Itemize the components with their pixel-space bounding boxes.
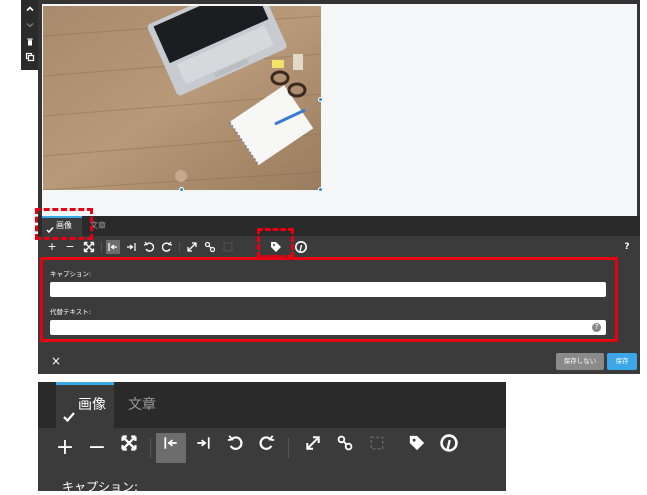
tag-icon <box>409 435 425 451</box>
toolbar-divider <box>179 242 180 252</box>
desk-photo-image[interactable] <box>43 6 321 190</box>
align-right-icon <box>127 243 136 251</box>
move-up-button[interactable] <box>21 4 39 20</box>
delete-block-button[interactable] <box>21 37 39 53</box>
unlink-icon <box>223 242 233 252</box>
tab-text[interactable]: 文章 <box>90 216 114 236</box>
zoom-in-icon: + <box>47 240 57 253</box>
save-button[interactable]: 保存 <box>607 353 637 370</box>
annotation-tab-image <box>35 208 93 240</box>
zoomed-align-left-button[interactable] <box>156 433 186 463</box>
zoomed-tab-image-label: 画像 <box>78 397 106 413</box>
zoomed-zoom-in-button[interactable]: + <box>50 433 80 463</box>
zoom-out-icon: − <box>87 435 107 460</box>
zoomed-tab-bar: 画像 文章 <box>38 382 506 428</box>
pinterest-button[interactable] <box>294 240 308 254</box>
copy-icon <box>25 52 35 62</box>
move-down-button[interactable] <box>21 20 39 36</box>
zoomed-resize-button[interactable] <box>298 433 328 463</box>
zoomed-unlink-button[interactable] <box>362 433 392 463</box>
zoomed-pinterest-button[interactable] <box>434 433 464 463</box>
zoomed-tab-text[interactable]: 文章 <box>128 382 168 428</box>
block-side-toolbar <box>21 0 39 70</box>
resize-icon <box>306 436 320 450</box>
align-left-icon <box>164 437 177 449</box>
rotate-left-icon <box>143 241 155 252</box>
fit-icon <box>121 435 137 451</box>
zoomed-zoom-out-button[interactable]: − <box>82 433 112 463</box>
unlink-button[interactable] <box>221 240 235 254</box>
editor-tab-bar: 画像 文章 <box>38 216 640 236</box>
align-left-button[interactable] <box>106 240 120 254</box>
zoomed-tab-text-label: 文章 <box>128 397 156 413</box>
align-left-icon <box>108 243 117 251</box>
zoom-in-icon: + <box>55 435 75 460</box>
help-button[interactable]: ? <box>620 240 634 254</box>
zoom-out-button[interactable]: − <box>63 240 77 254</box>
fit-icon <box>83 241 95 253</box>
chevron-down-icon <box>26 23 34 28</box>
close-button[interactable]: × <box>51 354 61 368</box>
duplicate-block-button[interactable] <box>21 52 39 68</box>
pinterest-icon <box>440 434 458 452</box>
annotation-fields <box>40 257 618 342</box>
link-button[interactable] <box>203 240 217 254</box>
toolbar-divider <box>101 242 102 252</box>
chevron-up-icon <box>26 6 34 12</box>
editor-footer: × 保存しない 保存 <box>38 344 640 374</box>
resize-handle-bottom[interactable] <box>179 187 184 192</box>
link-icon <box>337 435 353 451</box>
rotate-left-button[interactable] <box>142 240 156 254</box>
zoom-in-button[interactable]: + <box>45 240 59 254</box>
zoomed-divider <box>150 438 151 458</box>
pinterest-icon <box>295 241 307 253</box>
rotate-right-icon <box>161 241 173 252</box>
fit-button[interactable] <box>82 240 96 254</box>
image-toolbar: + − ? <box>38 236 640 258</box>
trash-icon <box>27 38 33 46</box>
resize-handle-right[interactable] <box>318 97 323 102</box>
rotate-right-button[interactable] <box>160 240 174 254</box>
cancel-button[interactable]: 保存しない <box>556 353 604 370</box>
zoomed-rotate-left-button[interactable] <box>220 433 250 463</box>
zoomed-tab-image[interactable]: 画像 <box>56 382 114 428</box>
rotate-left-icon <box>227 435 243 450</box>
rotate-right-icon <box>259 435 275 450</box>
zoomed-tag-button[interactable] <box>402 433 432 463</box>
resize-handle-corner[interactable] <box>318 187 323 192</box>
resize-icon <box>187 242 197 252</box>
zoom-out-icon: − <box>65 240 75 253</box>
zoomed-align-right-button[interactable] <box>188 433 218 463</box>
annotation-tag-button <box>257 228 294 258</box>
zoomed-divider <box>288 438 289 458</box>
resize-button[interactable] <box>185 240 199 254</box>
align-right-icon <box>197 437 210 449</box>
zoomed-rotate-right-button[interactable] <box>252 433 282 463</box>
zoomed-fit-button[interactable] <box>114 433 144 463</box>
link-icon <box>204 241 216 253</box>
zoomed-caption-label: キャプション: <box>62 480 139 494</box>
unlink-icon <box>370 436 384 450</box>
align-right-button[interactable] <box>124 240 138 254</box>
zoomed-link-button[interactable] <box>330 433 360 463</box>
